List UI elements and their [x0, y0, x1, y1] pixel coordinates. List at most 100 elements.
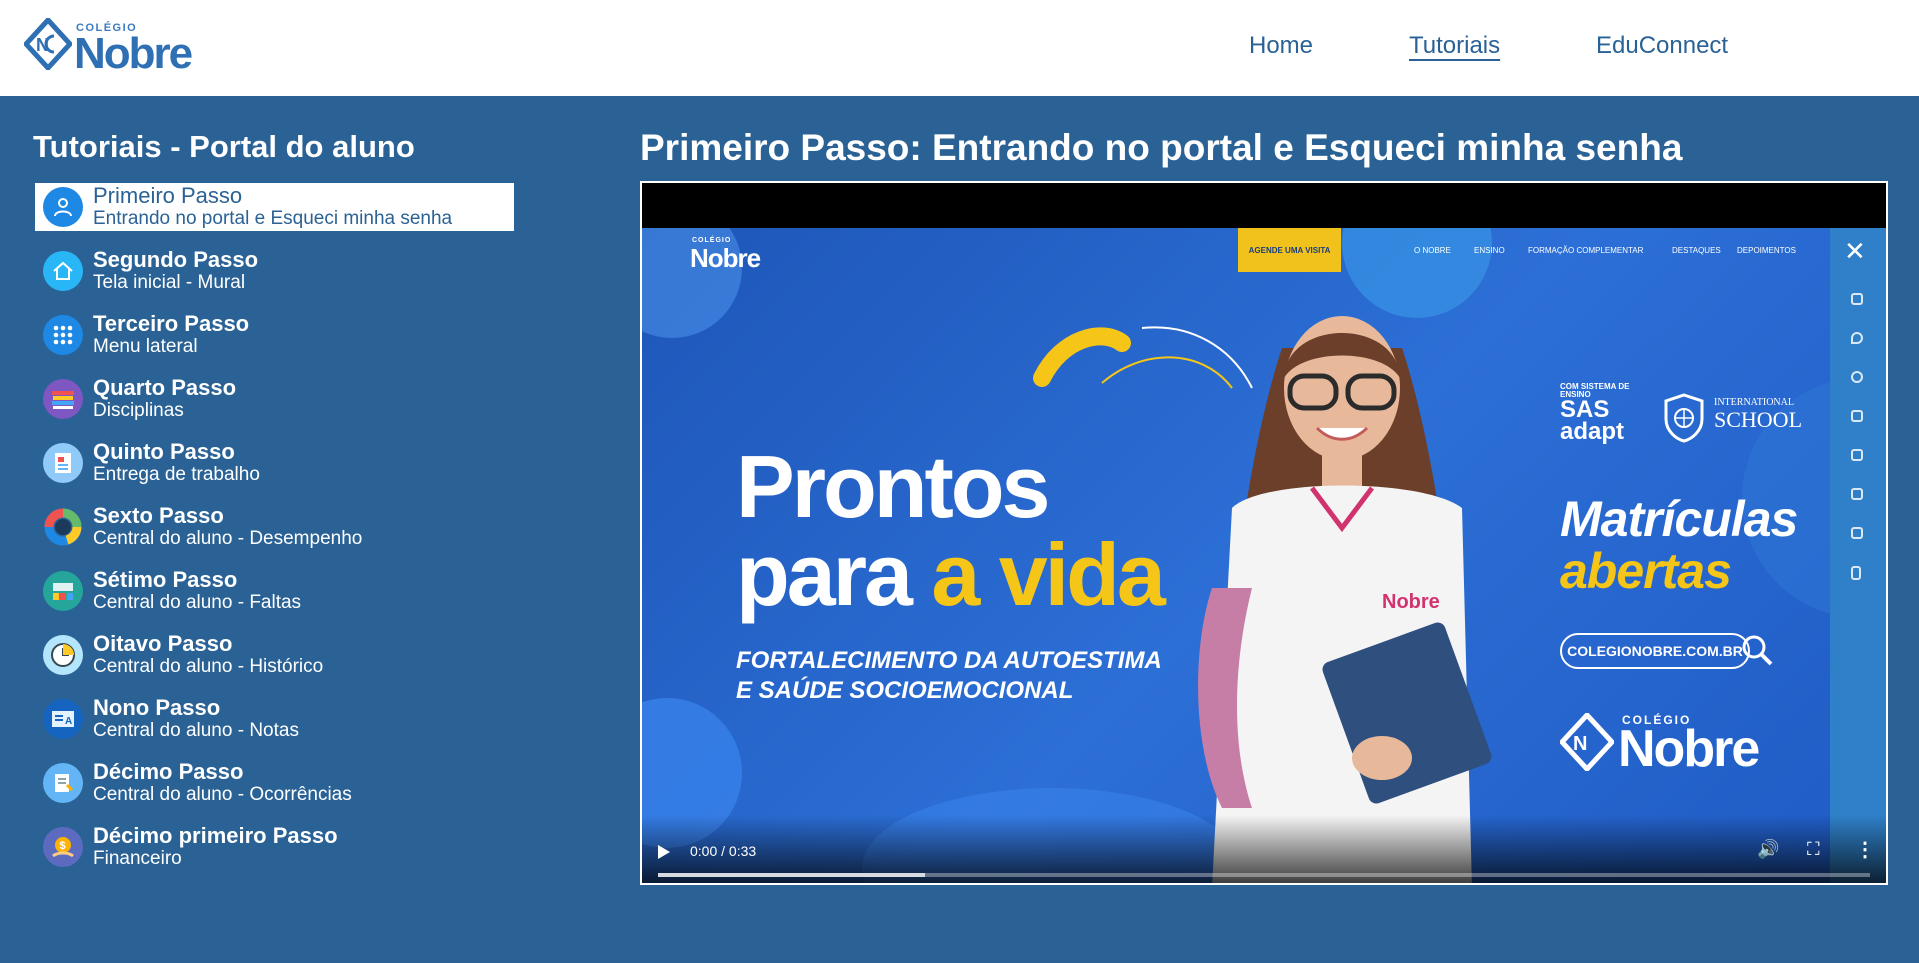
- headline-highlight: a vida: [931, 525, 1165, 624]
- person-icon: [1851, 449, 1863, 461]
- nav-educonnect[interactable]: EduConnect: [1596, 32, 1728, 60]
- page-title: Primeiro Passo: Entrando no portal e Esq…: [640, 127, 1683, 168]
- step-title: Décimo Passo: [93, 759, 244, 784]
- sas-adapt-logo: COM SISTEMA DE ENSINO SAS adapt: [1560, 383, 1630, 445]
- logo-big-text: Nobre: [74, 29, 193, 78]
- nobre-emblem-icon: N: [1558, 711, 1616, 773]
- site-url-badge: COLEGIONOBRE.COM.BR: [1560, 633, 1750, 669]
- more-options-icon[interactable]: ⋮: [1855, 837, 1875, 862]
- matriculas-line-2: abertas: [1560, 543, 1732, 599]
- step-subtitle: Disciplinas: [93, 400, 184, 421]
- phone-icon: [1851, 410, 1863, 422]
- money-icon: $: [43, 827, 83, 867]
- video-time: 0:00 / 0:33: [690, 843, 757, 859]
- svg-text:N: N: [1573, 733, 1587, 755]
- step-title: Primeiro Passo: [93, 183, 243, 208]
- frame-menu-item: O NOBRE: [1414, 246, 1451, 255]
- nav-home[interactable]: Home: [1249, 32, 1313, 60]
- headline-word: para: [736, 525, 913, 624]
- video-progress-fill: [658, 873, 925, 877]
- frame-logo-small: COLÉGIO: [692, 237, 732, 244]
- step-title: Décimo primeiro Passo: [93, 823, 338, 848]
- svg-text:$: $: [60, 840, 66, 852]
- step-subtitle: Entrega de trabalho: [93, 464, 260, 485]
- notebook-icon: [43, 763, 83, 803]
- step-subtitle: Menu lateral: [93, 336, 198, 357]
- video-player[interactable]: COLÉGIO Nobre AGENDE UMA VISITA O NOBRE …: [640, 181, 1888, 885]
- volume-icon[interactable]: 🔊: [1757, 839, 1779, 860]
- sidebar-item-oitavo-passo[interactable]: Oitavo Passo Central do aluno - Históric…: [35, 631, 514, 679]
- step-subtitle: Entrando no portal e Esqueci minha senha: [93, 208, 453, 229]
- sidebar-item-quinto-passo[interactable]: Quinto Passo Entrega de trabalho: [35, 439, 514, 487]
- search-icon: [1742, 635, 1773, 666]
- step-title: Terceiro Passo: [93, 311, 250, 336]
- sidebar-item-nono-passo[interactable]: A Nono Passo Central do aluno - Notas: [35, 695, 514, 743]
- step-subtitle: Financeiro: [93, 848, 182, 869]
- step-title: Quarto Passo: [93, 375, 237, 400]
- subheadline-2: E SAÚDE SOCIOEMOCIONAL: [736, 677, 1074, 704]
- international-school-logo: INTERNATIONAL SCHOOL: [1662, 393, 1802, 448]
- document-icon: [43, 443, 83, 483]
- nobre-emblem-icon: N: [24, 18, 72, 70]
- people-icon: [1851, 488, 1863, 500]
- step-subtitle: Central do aluno - Notas: [93, 720, 299, 741]
- intl-big: SCHOOL: [1714, 407, 1803, 432]
- location-icon: [1851, 332, 1863, 344]
- video-controls: 0:00 / 0:33 🔊 ⛶ ⋮: [642, 815, 1886, 883]
- sidebar-item-quarto-passo[interactable]: Quarto Passo Disciplinas: [35, 375, 514, 423]
- student-photo: Nobre: [1198, 316, 1492, 883]
- frame-logo-bottom: N COLÉGIO Nobre: [1558, 711, 1760, 776]
- grid-icon: [43, 315, 83, 355]
- frame-menu-item: DEPOIMENTOS: [1737, 246, 1796, 255]
- frame-menu-item: DESTAQUES: [1672, 246, 1721, 255]
- sidebar-item-terceiro-passo[interactable]: Terceiro Passo Menu lateral: [35, 311, 514, 359]
- step-title: Sexto Passo: [93, 503, 224, 528]
- donut-chart-icon: [43, 507, 83, 547]
- sidebar-item-decimo-primeiro-passo[interactable]: $ Décimo primeiro Passo Financeiro: [35, 823, 514, 871]
- close-icon: ✕: [1844, 236, 1866, 266]
- subheadline-1: FORTALECIMENTO DA AUTOESTIMA: [736, 647, 1162, 674]
- whatsapp-icon: [1851, 371, 1863, 383]
- step-title: Sétimo Passo: [93, 567, 238, 592]
- sidebar-item-segundo-passo[interactable]: Segundo Passo Tela inicial - Mural: [35, 247, 514, 295]
- sidebar-item-setimo-passo[interactable]: Sétimo Passo Central do aluno - Faltas: [35, 567, 514, 615]
- headline-line-1: Prontos: [736, 437, 1050, 536]
- frame-logo-big: Nobre: [690, 243, 761, 273]
- nobre-logo[interactable]: N COLÉGIO Nobre: [24, 18, 199, 76]
- nav-tutoriais[interactable]: Tutoriais: [1409, 32, 1500, 60]
- user-icon: [43, 187, 83, 227]
- svg-text:A: A: [65, 716, 72, 727]
- step-title: Nono Passo: [93, 695, 221, 720]
- sidebar-item-primeiro-passo[interactable]: Primeiro Passo Entrando no portal e Esqu…: [35, 183, 514, 231]
- frame-logo-bottom-big: Nobre: [1618, 720, 1760, 778]
- grades-icon: A: [43, 699, 83, 739]
- sidebar-item-decimo-passo[interactable]: Décimo Passo Central do aluno - Ocorrênc…: [35, 759, 514, 807]
- shirt-badge-text: Nobre: [1382, 591, 1440, 613]
- instagram-icon: [1851, 293, 1863, 305]
- classroom-icon: [43, 571, 83, 611]
- step-subtitle: Central do aluno - Ocorrências: [93, 784, 352, 805]
- shield-icon: [1664, 393, 1704, 443]
- frame-menu-item: ENSINO: [1474, 246, 1505, 255]
- group-icon: [1851, 527, 1863, 539]
- step-title: Segundo Passo: [93, 247, 259, 272]
- clock-icon: [43, 635, 83, 675]
- sidebar-item-sexto-passo[interactable]: Sexto Passo Central do aluno - Desempenh…: [35, 503, 514, 551]
- step-title: Oitavo Passo: [93, 631, 233, 656]
- play-icon[interactable]: [658, 845, 670, 859]
- sidebar-title: Tutoriais - Portal do aluno: [33, 129, 415, 164]
- top-header: N COLÉGIO Nobre Home Tutoriais EduConnec…: [0, 0, 1919, 96]
- video-progress-bar[interactable]: [658, 873, 1870, 877]
- headline-line-2: para a vida: [736, 531, 1166, 619]
- matriculas-line-1: Matrículas: [1560, 491, 1798, 547]
- home-icon: [43, 251, 83, 291]
- fullscreen-icon[interactable]: ⛶: [1807, 839, 1820, 860]
- frame-menu-item: FORMAÇÃO COMPLEMENTAR: [1528, 246, 1644, 255]
- mobile-icon: [1851, 566, 1861, 580]
- step-title: Quinto Passo: [93, 439, 235, 464]
- step-subtitle: Central do aluno - Faltas: [93, 592, 302, 613]
- step-subtitle: Tela inicial - Mural: [93, 272, 246, 293]
- frame-logo: COLÉGIO Nobre: [662, 237, 761, 274]
- sas-big-2: adapt: [1560, 418, 1625, 445]
- social-side-rail: ✕: [1830, 228, 1886, 883]
